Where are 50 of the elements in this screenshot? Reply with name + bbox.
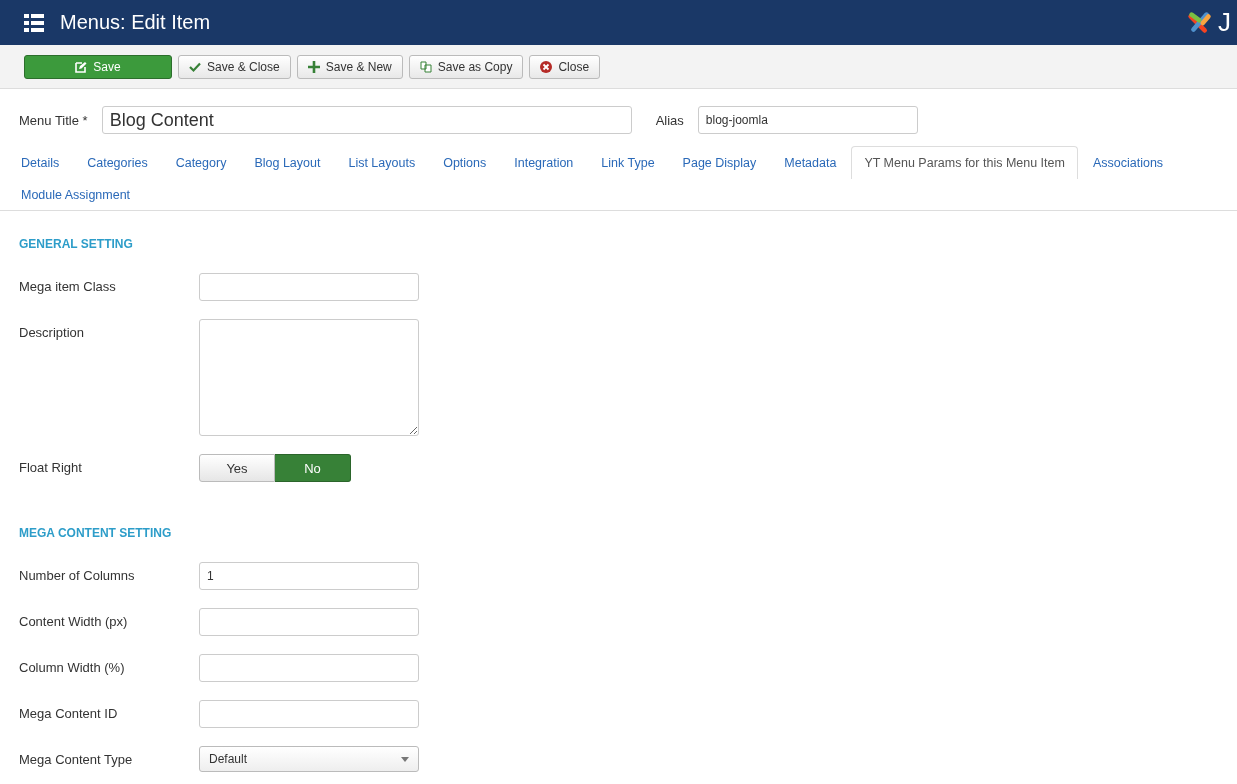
input-field[interactable]	[199, 700, 419, 728]
field-label: Content Width (px)	[19, 613, 129, 629]
input-field[interactable]	[199, 654, 419, 682]
toggle-option[interactable]: Yes	[199, 454, 275, 482]
input-field[interactable]	[199, 273, 419, 301]
field-label: Mega Content ID	[19, 705, 119, 721]
tab[interactable]: Categories	[74, 146, 161, 179]
tab[interactable]: YT Menu Params for this Menu Item	[851, 146, 1078, 179]
tab[interactable]: Integration	[501, 146, 587, 179]
caret-icon	[401, 756, 409, 762]
field-label: Menu Title *	[19, 112, 88, 128]
field-label: Mega Content Type	[19, 751, 134, 767]
field-label: Number of Columns	[19, 567, 136, 583]
page-title: Menus: Edit Item	[60, 11, 211, 34]
tab[interactable]: Options	[430, 146, 500, 179]
input-field[interactable]: 1	[199, 562, 419, 590]
field-label: Float Right	[19, 459, 83, 475]
logo-text: J	[1218, 7, 1231, 38]
tab[interactable]: Link Type	[588, 146, 668, 179]
plus-icon	[307, 60, 320, 73]
tab[interactable]: Metadata	[771, 146, 850, 179]
tab[interactable]: Page Display	[669, 146, 770, 179]
tab[interactable]: Category	[162, 146, 240, 179]
tab[interactable]: Blog Layout	[241, 146, 334, 179]
toolbar-button[interactable]: Save as Copy	[408, 54, 524, 79]
close-icon	[540, 60, 553, 73]
field-label: Mega item Class	[19, 278, 117, 294]
section-heading: MEGA CONTENT SETTING	[19, 525, 173, 542]
input-field[interactable]: blog-joomla	[697, 106, 918, 134]
toolbar-button[interactable]: Save	[24, 54, 172, 79]
toolbar-button[interactable]: Save & New	[296, 54, 403, 79]
check-icon	[189, 60, 201, 73]
select-dropdown[interactable]: Default	[199, 746, 419, 772]
toggle-option[interactable]: No	[275, 454, 351, 482]
copy-icon	[419, 60, 432, 73]
field-label: Column Width (%)	[19, 659, 126, 675]
toolbar-button[interactable]: Close	[529, 54, 601, 79]
input-field[interactable]	[199, 608, 419, 636]
tab[interactable]: Details	[8, 146, 73, 179]
tab[interactable]: Associations	[1079, 146, 1177, 179]
input-field[interactable]: Blog Content	[101, 106, 632, 134]
list-icon	[24, 12, 44, 33]
text-area[interactable]	[199, 319, 419, 436]
tab[interactable]: List Layouts	[335, 146, 429, 179]
tab[interactable]: Module Assignment	[8, 178, 144, 211]
field-label: Description	[19, 324, 86, 340]
toolbar-button[interactable]: Save & Close	[178, 54, 291, 79]
section-heading: GENERAL SETTING	[19, 236, 134, 253]
edit-icon	[75, 60, 88, 73]
field-label: Alias	[655, 112, 684, 128]
